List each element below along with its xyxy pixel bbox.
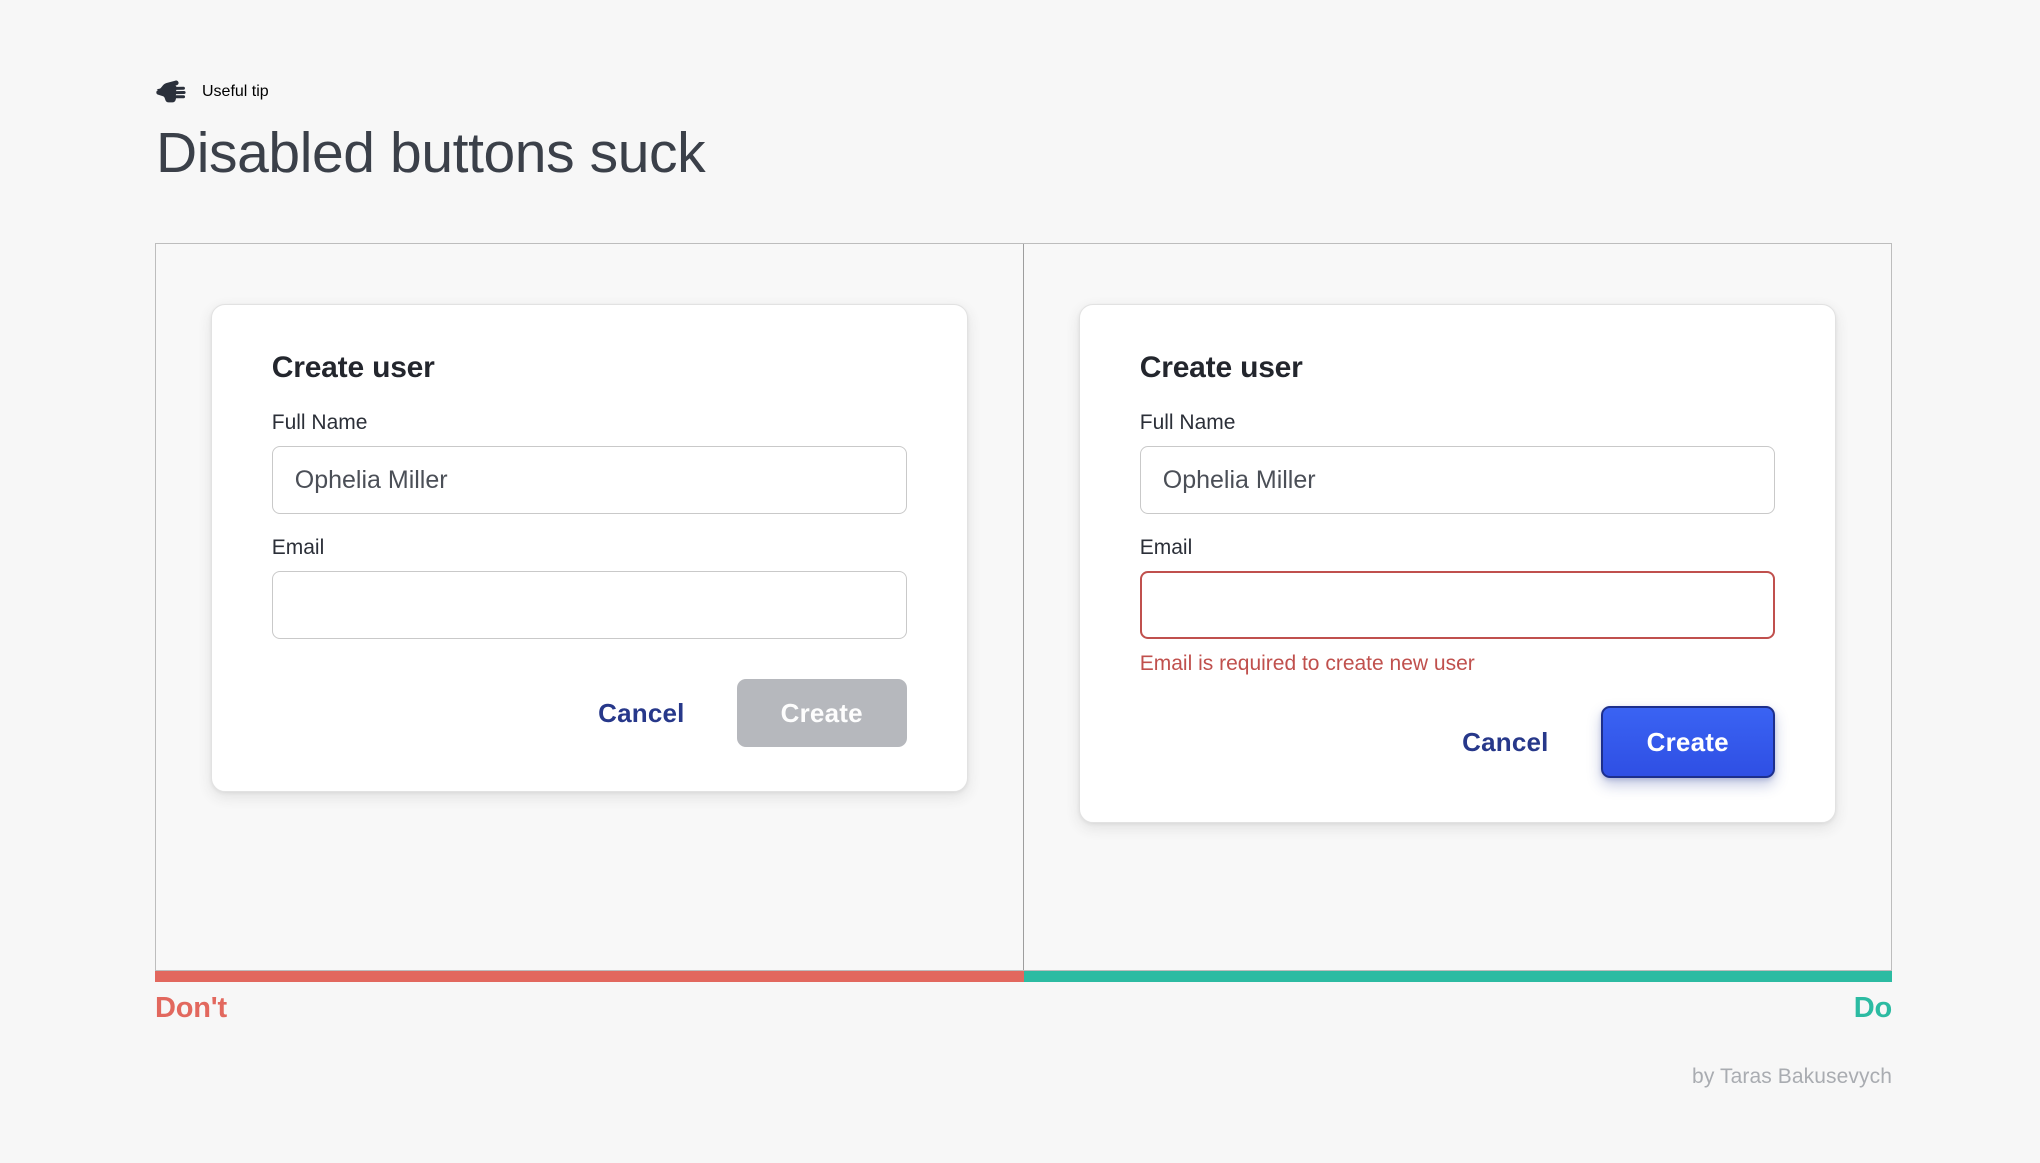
verdict-bars <box>155 971 1892 982</box>
page-title: Disabled buttons suck <box>156 122 705 186</box>
verdict-do: Do <box>1854 992 1892 1025</box>
panel-dont: Create user Full Name Email Cancel Creat… <box>156 244 1024 970</box>
field-email: Email <box>272 536 907 639</box>
verdict-dont: Don't <box>155 992 227 1025</box>
field-full-name: Full Name <box>272 411 907 514</box>
page-root: Useful tip Disabled buttons suck Create … <box>0 0 2040 1163</box>
dialog-actions-dont: Cancel Create <box>272 679 907 747</box>
create-button-disabled: Create <box>737 679 907 747</box>
create-user-dialog-dont: Create user Full Name Email Cancel Creat… <box>211 304 968 792</box>
email-input-error[interactable] <box>1140 571 1775 639</box>
create-user-dialog-do: Create user Full Name Email Email is req… <box>1079 304 1836 823</box>
cancel-button[interactable]: Cancel <box>586 684 696 743</box>
credit-text: by Taras Bakusevych <box>1692 1065 1892 1089</box>
full-name-input[interactable] <box>1140 446 1775 514</box>
dialog-title: Create user <box>272 351 907 385</box>
comparison-container: Create user Full Name Email Cancel Creat… <box>155 243 1892 971</box>
verdict-labels: Don't Do <box>155 992 1892 1025</box>
dialog-actions-do: Cancel Create <box>1140 706 1775 778</box>
email-label: Email <box>1140 536 1775 560</box>
header: Useful tip Disabled buttons suck <box>156 72 705 186</box>
email-error-message: Email is required to create new user <box>1140 652 1775 676</box>
field-full-name: Full Name <box>1140 411 1775 514</box>
full-name-label: Full Name <box>1140 411 1775 435</box>
full-name-input[interactable] <box>272 446 907 514</box>
tip-row: Useful tip <box>156 72 705 112</box>
email-input[interactable] <box>272 571 907 639</box>
pointing-hand-icon <box>156 79 186 105</box>
create-button[interactable]: Create <box>1601 706 1775 778</box>
panel-do: Create user Full Name Email Email is req… <box>1024 244 1892 970</box>
bar-dont <box>155 971 1024 982</box>
full-name-label: Full Name <box>272 411 907 435</box>
bar-do <box>1024 971 1893 982</box>
field-email: Email Email is required to create new us… <box>1140 536 1775 676</box>
tip-label: Useful tip <box>202 83 269 101</box>
cancel-button[interactable]: Cancel <box>1450 713 1560 772</box>
email-label: Email <box>272 536 907 560</box>
dialog-title: Create user <box>1140 351 1775 385</box>
